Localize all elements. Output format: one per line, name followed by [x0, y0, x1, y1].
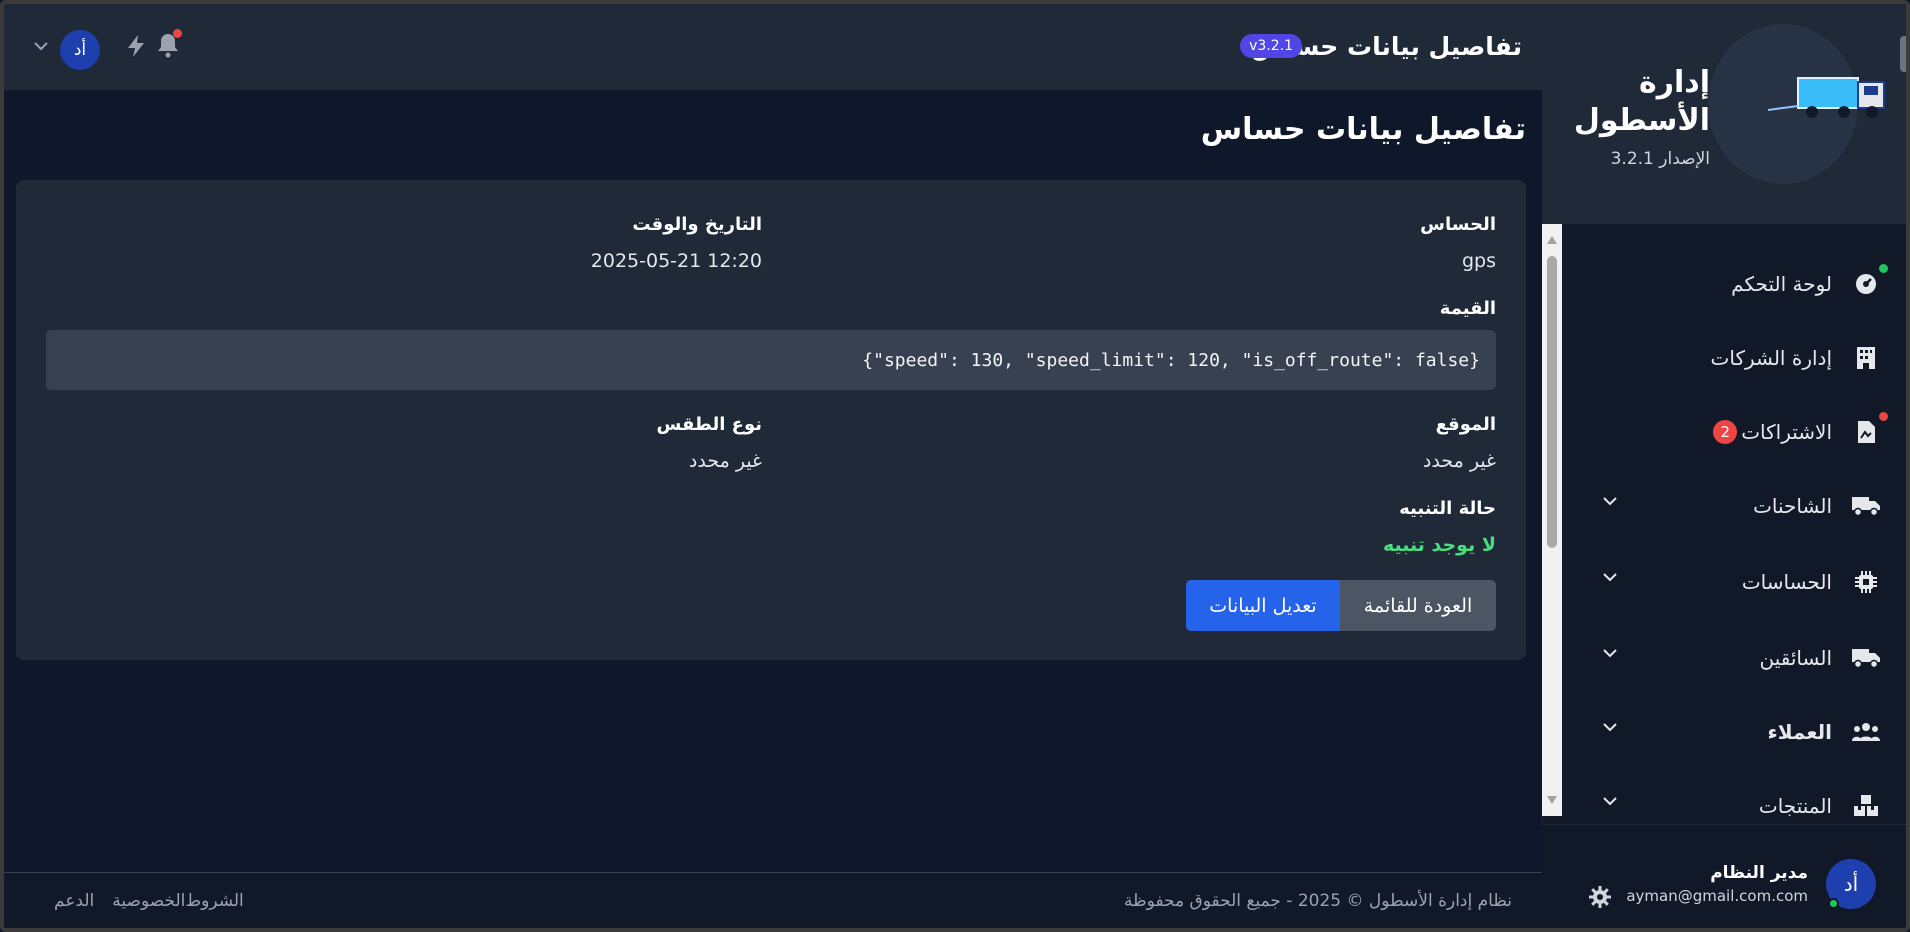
status-dot	[1879, 264, 1888, 273]
sidebar-scrollbar[interactable]	[1542, 224, 1562, 816]
document-icon	[1852, 412, 1888, 446]
building-icon	[1852, 344, 1880, 372]
chip-icon	[1852, 568, 1880, 596]
notification-indicator	[156, 29, 182, 58]
sidebar-item-drivers[interactable]: السائقين	[1566, 630, 1906, 686]
sensor-data-card: الحساس gps التاريخ والوقت 2025-05-21 12:…	[16, 180, 1526, 660]
chevron-down-icon[interactable]	[1602, 796, 1618, 806]
page-title: تفاصيل بيانات حساس	[1200, 112, 1526, 147]
sidebar-item-companies[interactable]: إدارة الشركات	[1566, 330, 1906, 386]
truck-icon	[1852, 492, 1880, 520]
footer-link-support[interactable]: الدعم	[54, 891, 94, 911]
sidebar-item-dashboard[interactable]: لوحة التحكم	[1566, 256, 1906, 312]
footer: نظام إدارة الأسطول © 2025 - جميع الحقوق …	[4, 872, 1542, 928]
chevron-down-icon[interactable]	[1602, 496, 1618, 506]
location-value: غير محدد	[1422, 450, 1496, 472]
user-profile: أد مدير النظام ayman@gmail.com.com	[1542, 824, 1906, 928]
sidebar-item-subscriptions[interactable]: الاشتراكات 2	[1566, 404, 1906, 460]
sidebar-item-label: إدارة الشركات	[1710, 346, 1832, 370]
version-badge: v3.2.1	[1240, 34, 1302, 58]
value-label: القيمة	[1439, 298, 1496, 319]
brand-version: الإصدار 3.2.1	[1610, 149, 1710, 169]
weather-label: نوع الطقس	[656, 414, 762, 435]
scroll-thumb[interactable]	[1547, 256, 1557, 548]
avatar-initials: أد	[1843, 872, 1859, 896]
gear-icon[interactable]	[1588, 885, 1612, 909]
location-label: الموقع	[1435, 414, 1496, 435]
user-email: ayman@gmail.com.com	[1626, 887, 1808, 905]
users-icon	[1852, 718, 1880, 746]
sidebar-item-sensors[interactable]: الحساسات	[1566, 554, 1906, 610]
scroll-up-arrow-icon[interactable]	[1547, 236, 1557, 244]
sensor-value: gps	[1461, 250, 1496, 272]
chevron-down-icon[interactable]	[1602, 648, 1618, 658]
bolt-icon[interactable]	[126, 34, 146, 58]
datetime-label: التاريخ والوقت	[632, 214, 762, 235]
header-avatar[interactable]: أد	[60, 30, 100, 70]
footer-link-privacy[interactable]: الخصوصية	[112, 891, 185, 911]
sidebar-item-label: الشاحنات	[1753, 494, 1832, 518]
sidebar-nav: لوحة التحكم إدارة الشركات الاشتراكات 2 ا…	[1542, 224, 1906, 816]
boxes-icon	[1852, 792, 1880, 816]
sidebar-item-trucks[interactable]: الشاحنات	[1566, 478, 1906, 534]
edit-data-button[interactable]: تعديل البيانات	[1186, 580, 1340, 631]
avatar-initials: أد	[73, 40, 87, 60]
sidebar-item-label: المنتجات	[1758, 794, 1832, 816]
scroll-down-arrow-icon[interactable]	[1547, 796, 1557, 804]
back-to-list-button[interactable]: العودة للقائمة	[1340, 580, 1496, 631]
notification-dot	[1879, 412, 1888, 421]
user-name: مدير النظام	[1710, 863, 1808, 883]
datetime-value: 2025-05-21 12:20	[590, 250, 762, 272]
sidebar-item-customers[interactable]: العملاء	[1566, 704, 1906, 760]
truck-icon	[1852, 644, 1880, 672]
online-status-dot	[1828, 898, 1839, 909]
alert-status-value: لا يوجد تنبيه	[1382, 534, 1496, 556]
gauge-icon	[1852, 264, 1888, 298]
truck-logo-icon	[1768, 77, 1885, 118]
sidebar-item-label: العملاء	[1767, 720, 1832, 744]
chevron-down-icon[interactable]	[1602, 722, 1618, 732]
weather-value: غير محدد	[688, 450, 762, 472]
value-json: {"speed": 130, "speed_limit": 120, "is_o…	[46, 330, 1496, 390]
sidebar-item-label: الحساسات	[1741, 570, 1832, 594]
subscriptions-count-badge: 2	[1713, 420, 1738, 444]
chevron-down-icon[interactable]	[1602, 572, 1618, 582]
alert-status-label: حالة التنبيه	[1399, 498, 1496, 519]
footer-links: الشروط الخصوصية الدعم	[54, 891, 244, 911]
avatar[interactable]: أد	[1826, 859, 1876, 909]
footer-copyright: نظام إدارة الأسطول © 2025 - جميع الحقوق …	[1124, 891, 1512, 911]
brand-area: إدارة الأسطول الإصدار 3.2.1	[1543, 4, 1906, 224]
footer-link-terms[interactable]: الشروط	[185, 891, 243, 911]
sensor-label: الحساس	[1420, 214, 1496, 235]
sidebar-item-label: السائقين	[1759, 646, 1832, 670]
sidebar-item-products[interactable]: المنتجات	[1566, 778, 1906, 816]
sidebar: إدارة الأسطول الإصدار 3.2.1 لوحة التحكم …	[1542, 4, 1906, 928]
sidebar-item-label: لوحة التحكم	[1731, 272, 1832, 296]
chevron-down-icon[interactable]	[34, 42, 48, 51]
brand-title: إدارة الأسطول	[1573, 65, 1710, 138]
sidebar-item-label: الاشتراكات	[1741, 420, 1832, 444]
window-edge-handle	[1900, 36, 1910, 72]
top-bar: تفاصيل بيانات حساس v3.2.1 أد	[4, 4, 1542, 90]
notification-dot	[173, 29, 182, 38]
